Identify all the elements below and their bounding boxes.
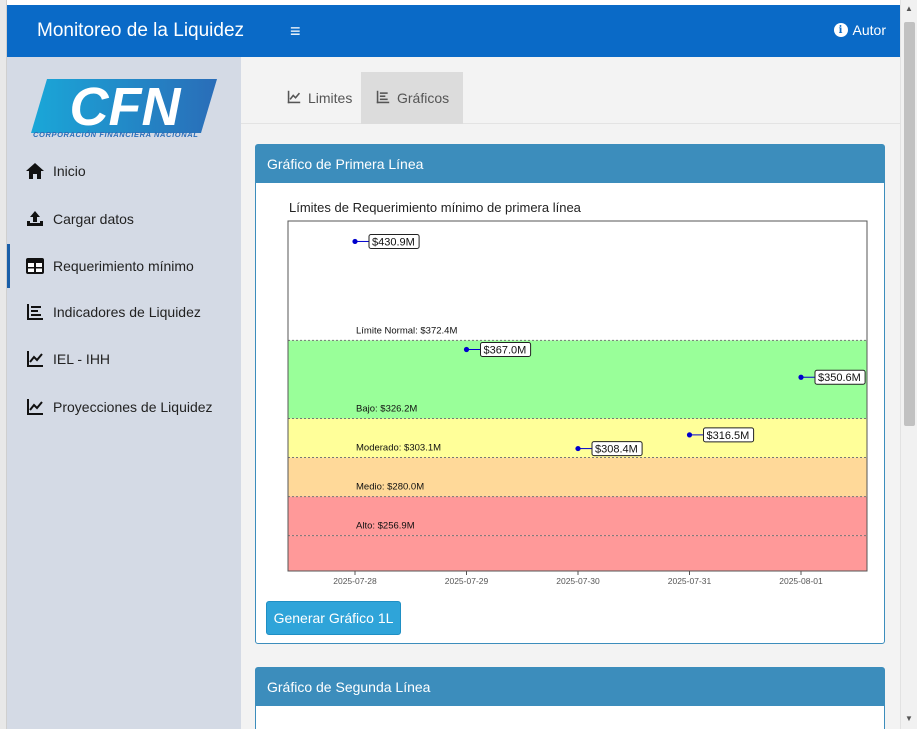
point-label: $367.0M (484, 345, 527, 357)
scroll-thumb[interactable] (904, 22, 915, 426)
data-point (463, 346, 470, 353)
svg-text:CFN: CFN (70, 77, 182, 137)
x-tick-label: 2025-07-30 (556, 576, 600, 586)
table-icon (25, 256, 45, 276)
data-point (352, 238, 358, 245)
threshold-label: Límite Normal: $372.4M (356, 325, 457, 336)
scroll-up-icon[interactable]: ▲ (905, 4, 913, 13)
data-point (686, 432, 693, 438)
home-icon (25, 161, 45, 181)
threshold-label: Bajo: $326.2M (356, 403, 417, 414)
threshold-band (288, 535, 867, 571)
x-tick-label: 2025-07-28 (333, 576, 377, 586)
card-title: Gráfico de Primera Línea (256, 145, 884, 183)
tab-graficos[interactable]: Gráficos (361, 72, 464, 124)
logo-subtitle: CORPORACIÓN FINANCIERA NACIONAL (33, 130, 199, 139)
sidebar-item-proyecciones[interactable]: Proyecciones de Liquidez (7, 385, 241, 429)
threshold-label: Moderado: $303.1M (356, 443, 441, 454)
point-label: $430.9M (372, 236, 415, 248)
x-tick-label: 2025-07-31 (668, 576, 712, 586)
page-scrollbar[interactable]: ▲ ▼ (900, 0, 917, 729)
app-title: Monitoreo de la Liquidez (37, 20, 245, 41)
x-tick-label: 2025-07-29 (445, 576, 489, 586)
line-chart-icon (286, 90, 302, 107)
hamburger-icon[interactable]: ≡ (290, 21, 301, 42)
tabs-bar: Limites Gráficos (241, 57, 900, 124)
top-header: Monitoreo de la Liquidez ≡ i Autor (7, 5, 900, 57)
data-point (575, 445, 581, 452)
tab-label: Limites (308, 90, 353, 106)
card-primera-linea: Gráfico de Primera Línea Límites de Requ… (255, 144, 885, 644)
line-chart-icon (25, 349, 45, 369)
sidebar: CFN CORPORACIÓN FINANCIERA NACIONAL Inic… (7, 57, 241, 729)
list-icon (25, 302, 45, 322)
threshold-label: Medio: $280.0M (356, 482, 424, 493)
list-icon (375, 90, 391, 107)
point-label: $308.4M (595, 444, 638, 456)
chart-svg: Límite Normal: $372.4M Bajo: $326.2M Moder… (287, 220, 868, 586)
point-label: $350.6M (818, 372, 861, 384)
sidebar-item-indicadores[interactable]: Indicadores de Liquidez (7, 290, 241, 334)
author-button[interactable]: i Autor (833, 22, 886, 38)
line-chart-icon (25, 397, 45, 417)
main-content: Limites Gráficos Gráfico de Primera Líne… (241, 57, 900, 729)
sidebar-item-label: Requerimiento mínimo (53, 258, 194, 274)
x-tick-label: 2025-08-01 (779, 576, 823, 586)
threshold-label: Alto: $256.9M (356, 521, 415, 532)
upload-icon (25, 209, 45, 229)
tab-label: Gráficos (397, 90, 450, 106)
info-icon: i (833, 23, 848, 37)
sidebar-item-label: Cargar datos (53, 211, 134, 227)
sidebar-item-iel-ihh[interactable]: IEL - IHH (7, 337, 241, 381)
sidebar-item-inicio[interactable]: Inicio (7, 149, 241, 193)
tab-limites[interactable]: Limites (272, 72, 366, 124)
scroll-down-icon[interactable]: ▼ (905, 714, 913, 723)
point-label: $316.5M (707, 430, 750, 442)
card-segunda-linea: Gráfico de Segunda Línea (255, 667, 885, 729)
window-edge (0, 0, 7, 729)
sidebar-item-label: Indicadores de Liquidez (53, 304, 201, 320)
generar-grafico-1l-button[interactable]: Generar Gráfico 1L (266, 601, 401, 635)
sidebar-item-label: Inicio (53, 163, 86, 179)
author-label: Autor (852, 22, 886, 38)
sidebar-item-label: IEL - IHH (53, 351, 111, 367)
sidebar-item-cargar-datos[interactable]: Cargar datos (7, 197, 241, 241)
sidebar-item-requerimiento-minimo[interactable]: Requerimiento mínimo (7, 244, 241, 288)
card-title: Gráfico de Segunda Línea (256, 668, 884, 706)
sidebar-item-label: Proyecciones de Liquidez (53, 399, 213, 415)
data-point (798, 374, 804, 380)
